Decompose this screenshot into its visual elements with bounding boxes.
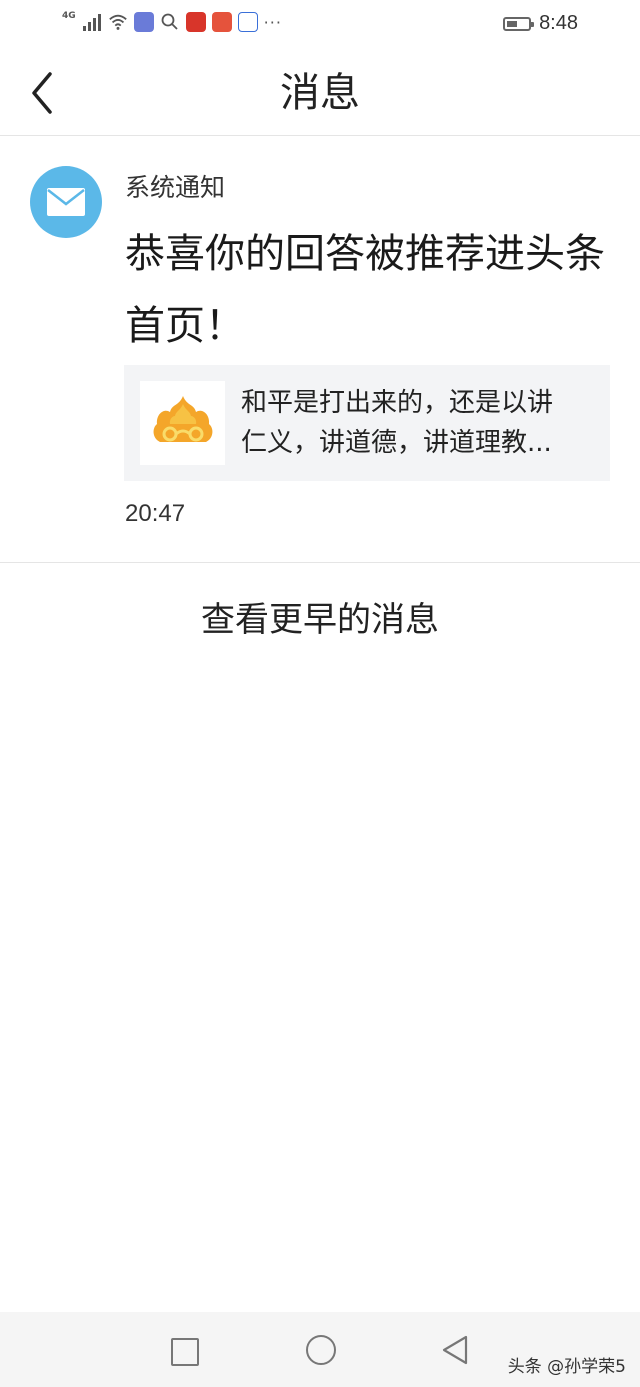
search-icon (161, 13, 178, 30)
baidu-app-icon (237, 12, 258, 32)
card-thumbnail (140, 381, 225, 465)
recent-apps-button[interactable] (171, 1338, 199, 1366)
huawei-app-icon (185, 12, 206, 32)
signal-icon (82, 14, 101, 31)
page-title: 消息 (280, 70, 360, 116)
battery-fill (507, 20, 518, 27)
linked-answer-card[interactable]: 和平是打出来的，还是以讲 仁义，讲道德，讲道理教... (124, 365, 610, 481)
news-app-icon (211, 12, 232, 32)
status-time: 8:48 (539, 12, 578, 34)
message-item[interactable]: 系统通知 恭喜你的回答被推荐进头条首页！ 和平是打出来的，还是以讲 仁义，讲道德… (0, 136, 640, 563)
auspicious-cloud-icon (153, 396, 212, 442)
status-icons-right: 8:48 (503, 12, 578, 35)
nav-back-icon[interactable] (440, 1334, 470, 1366)
message-sender: 系统通知 (125, 173, 226, 202)
avatar (30, 166, 102, 238)
watermark: 头条 @孙学荣5 (507, 1357, 626, 1377)
wifi-icon (108, 14, 127, 30)
status-bar: 4G ··· 8:48 (0, 0, 640, 50)
mail-icon (47, 188, 85, 216)
view-earlier-messages-button[interactable]: 查看更早的消息 (0, 563, 640, 678)
card-text-line1: 和平是打出来的，还是以讲 (241, 388, 554, 418)
card-text: 和平是打出来的，还是以讲 仁义，讲道德，讲道理教... (241, 383, 591, 463)
header: 消息 (0, 50, 640, 136)
status-icons-left: 4G ··· (62, 11, 282, 32)
message-body: 恭喜你的回答被推荐进头条首页！ (125, 231, 605, 349)
card-text-line2: 仁义，讲道德，讲道理教... (241, 428, 552, 458)
home-button[interactable] (306, 1335, 336, 1365)
app-notification-icon (133, 12, 154, 32)
message-time: 20:47 (125, 500, 186, 527)
battery-icon (503, 16, 535, 31)
network-type: 4G (62, 11, 76, 21)
more-notifications: ··· (263, 12, 282, 32)
system-nav-bar: 头条 @孙学荣5 (0, 1312, 640, 1387)
